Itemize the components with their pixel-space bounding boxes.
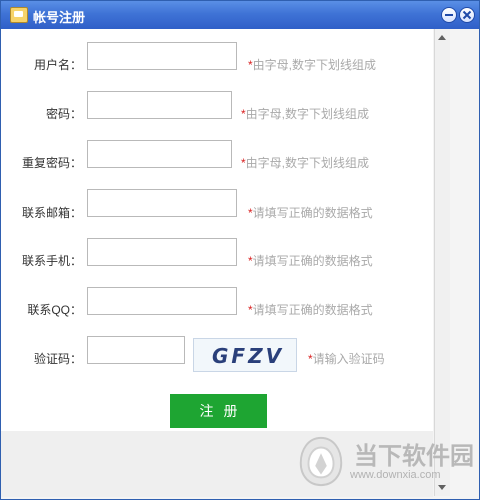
captcha-input[interactable] — [87, 336, 185, 364]
username-label: 用户名： — [33, 58, 82, 72]
qq-hint: *请填写正确的数据格式 — [248, 301, 373, 318]
title-bar[interactable]: 帐号注册 — [1, 1, 479, 29]
app-icon — [10, 7, 28, 23]
scroll-up-arrow-icon[interactable] — [438, 35, 446, 40]
minimize-button[interactable] — [441, 7, 457, 23]
password-label: 密码： — [45, 107, 82, 121]
confirm-password-hint-text: 由字母,数字下划线组成 — [245, 156, 370, 170]
window-title: 帐号注册 — [33, 10, 86, 25]
captcha-label: 验证码： — [33, 352, 82, 366]
phone-hint: *请填写正确的数据格式 — [248, 252, 373, 269]
phone-hint-text: 请填写正确的数据格式 — [252, 254, 373, 268]
qq-hint-text: 请填写正确的数据格式 — [252, 303, 373, 317]
watermark-name: 当下软件园 — [354, 442, 474, 470]
email-hint: *请填写正确的数据格式 — [248, 204, 373, 221]
close-button[interactable] — [459, 7, 475, 23]
email-label: 联系邮箱： — [21, 206, 82, 220]
register-button[interactable]: 注册 — [170, 394, 267, 428]
phone-input[interactable] — [87, 238, 237, 266]
confirm-password-label: 重复密码： — [21, 156, 82, 170]
username-hint: *由字母,数字下划线组成 — [248, 56, 376, 73]
password-input[interactable] — [87, 91, 232, 119]
captcha-hint-text: 请输入验证码 — [312, 352, 385, 366]
watermark-logo-icon — [299, 436, 343, 487]
confirm-password-input[interactable] — [87, 140, 232, 168]
password-hint: *由字母,数字下划线组成 — [241, 105, 369, 122]
email-hint-text: 请填写正确的数据格式 — [252, 206, 373, 220]
captcha-hint: *请输入验证码 — [308, 350, 385, 367]
confirm-password-hint: *由字母,数字下划线组成 — [241, 154, 369, 171]
username-input[interactable] — [87, 42, 237, 70]
watermark-url: www.downxia.com — [350, 469, 441, 481]
vertical-scrollbar[interactable] — [434, 29, 450, 496]
qq-label: 联系QQ： — [27, 303, 82, 317]
password-hint-text: 由字母,数字下划线组成 — [245, 107, 370, 121]
email-input[interactable] — [87, 189, 237, 217]
watermark: 当下软件园 www.downxia.com — [294, 432, 474, 494]
captcha-image[interactable]: GFZV — [193, 338, 297, 372]
username-hint-text: 由字母,数字下划线组成 — [252, 58, 377, 72]
minimize-icon — [445, 14, 453, 16]
close-icon — [462, 10, 472, 20]
qq-input[interactable] — [87, 287, 237, 315]
captcha-image-text: GFZV — [212, 344, 285, 368]
phone-label: 联系手机： — [21, 254, 82, 268]
